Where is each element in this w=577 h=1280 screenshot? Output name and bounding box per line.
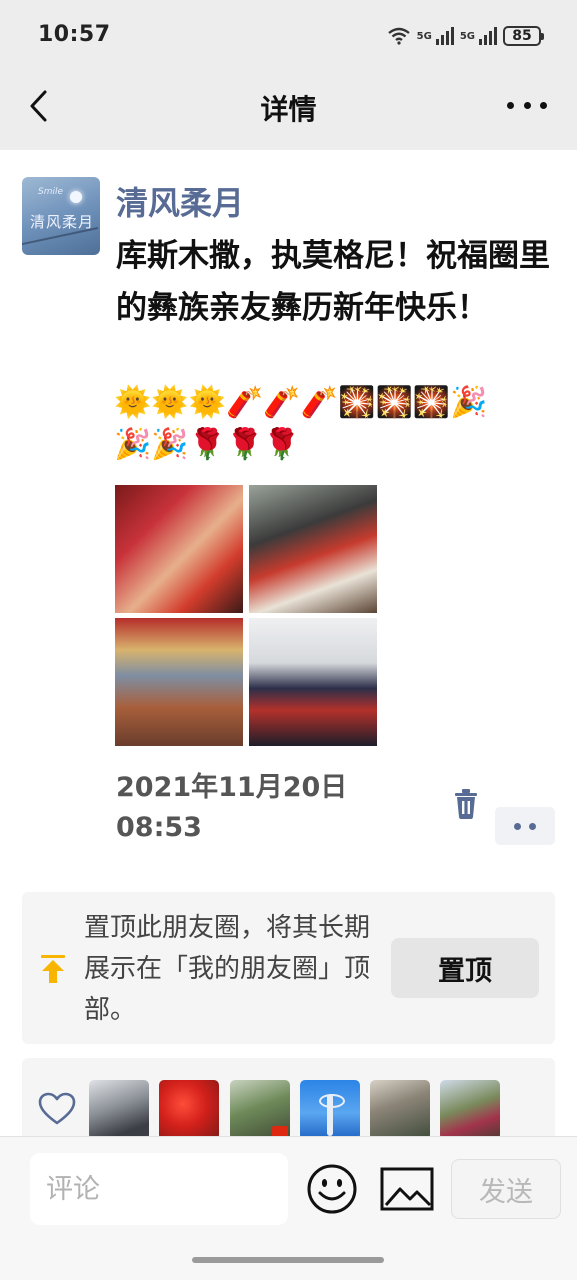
post-photo[interactable] <box>115 485 243 613</box>
post-detail: Smile 清风柔月 清风柔月 库斯木撒，执莫格尼！祝福圈里的彝族亲友彝历新年快… <box>0 150 577 1140</box>
more-dots-icon[interactable] <box>507 98 547 112</box>
post-photo[interactable] <box>115 618 243 746</box>
post-date: 2021年11月20日 08:53 <box>116 772 348 843</box>
post-photo[interactable] <box>249 485 377 613</box>
network-type-2: 5G <box>459 30 475 42</box>
pin-button[interactable]: 置顶 <box>391 938 539 998</box>
liker-avatar[interactable] <box>89 1080 149 1140</box>
status-time: 10:57 <box>38 22 111 47</box>
liker-avatar[interactable] <box>300 1080 360 1140</box>
liker-avatar[interactable] <box>370 1080 430 1140</box>
status-bar: 10:57 5G 5G 85 <box>0 0 577 70</box>
emoji-line: 🎉🎉🌹🌹🌹 <box>114 427 301 462</box>
likes-card <box>22 1058 555 1140</box>
status-icons: 5G 5G 85 <box>387 24 544 48</box>
send-button[interactable]: 发送 <box>451 1159 561 1219</box>
avatar-moon <box>70 191 82 203</box>
image-icon[interactable] <box>380 1167 434 1211</box>
emoji-line: 🌞🌞🌞🧨🧨🧨🎇🎇🎇🎉 <box>114 385 488 420</box>
lamp-icon <box>319 1094 345 1136</box>
home-indicator <box>192 1257 384 1263</box>
network-type-1: 5G <box>416 30 432 42</box>
liker-avatar[interactable] <box>440 1080 500 1140</box>
liker-avatar[interactable] <box>230 1080 290 1140</box>
post-photo[interactable] <box>249 618 377 746</box>
trash-icon[interactable] <box>452 788 480 820</box>
nav-bar: 详情 <box>0 70 577 150</box>
pin-card: 置顶此朋友圈，将其长期展示在「我的朋友圈」顶部。 置顶 <box>22 892 555 1044</box>
heart-icon[interactable] <box>38 1092 76 1126</box>
pin-description: 置顶此朋友圈，将其长期展示在「我的朋友圈」顶部。 <box>84 913 371 1025</box>
signal-icon <box>435 27 454 45</box>
liker-avatar[interactable] <box>159 1080 219 1140</box>
post-text: 库斯木撒，执莫格尼！祝福圈里的彝族亲友彝历新年快乐！ <box>116 238 550 326</box>
battery-icon: 85 <box>503 26 544 46</box>
signal-icon-2 <box>479 27 497 45</box>
author-name[interactable]: 清风柔月 <box>116 178 244 224</box>
wifi-icon <box>387 27 410 45</box>
pin-arrow-icon <box>41 955 65 983</box>
more-action-button[interactable] <box>495 807 555 845</box>
avatar[interactable]: Smile 清风柔月 <box>22 177 100 255</box>
avatar-small-text: Smile <box>38 187 64 197</box>
emoji-face-icon[interactable] <box>306 1163 358 1215</box>
page-title: 详情 <box>260 93 317 126</box>
comment-input[interactable] <box>30 1153 288 1225</box>
comment-bar: 发送 <box>0 1136 577 1280</box>
